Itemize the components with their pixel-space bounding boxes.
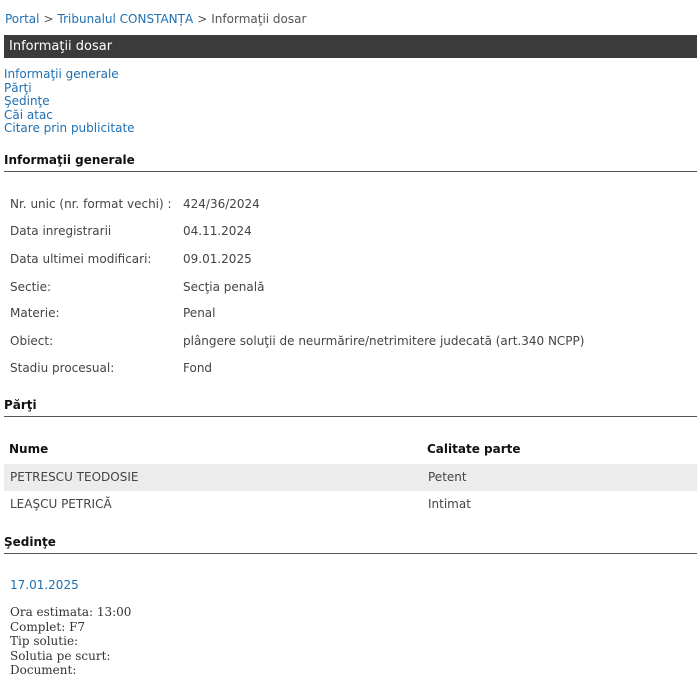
breadcrumb: Portal > Tribunalul CONSTANȚA > Informaţii d… [5,12,306,26]
field-label: Data inregistrarii [10,224,112,238]
field-value: 424/36/2024 [183,197,260,211]
field-value: 09.01.2025 [183,252,252,266]
breadcrumb-current: Informaţii dosar [211,12,307,26]
hearing-solution-type: Tip solutie: [10,634,79,648]
field-value: Secţia penală [183,280,265,294]
hearing-solution-summary: Solutia pe scurt: [10,648,111,663]
toc-link-sedinte[interactable]: Şedinţe [4,94,135,109]
breadcrumb-tribunal-link[interactable]: Tribunalul CONSTANȚA [58,12,194,26]
field-label: Obiect: [10,334,54,348]
breadcrumb-portal-link[interactable]: Portal [5,12,39,26]
field-label: Nr. unic (nr. format vechi) : [10,197,172,211]
toc-link-parti[interactable]: Părţi [4,81,135,96]
party-role: Petent [428,470,467,484]
table-row: LEAŞCU PETRICĂ Intimat [4,491,697,518]
toc-link-cai-atac[interactable]: Căi atac [4,108,135,123]
hearing-document: Document: [10,663,77,677]
field-value: Fond [183,361,213,375]
toc-link-citare-publicitate[interactable]: Citare prin publicitate [4,121,135,136]
column-header-calitate-parte: Calitate parte [427,442,521,456]
hearing-date: 17.01.2025 [10,578,79,592]
field-value: Penal [183,306,216,320]
page-title: Informaţii dosar [4,35,697,58]
field-value: 04.11.2024 [183,224,252,238]
column-header-nume: Nume [9,442,49,456]
field-label: Materie: [10,306,60,320]
field-label: Data ultimei modificari: [10,252,152,266]
field-label: Sectie: [10,280,52,294]
field-label: Stadiu procesual: [10,361,115,375]
section-heading-parti: Părţi [4,398,697,417]
toc-link-informatii-generale[interactable]: Informaţii generale [4,67,135,82]
breadcrumb-separator: > [43,12,54,26]
section-heading-informatii-generale: Informaţii generale [4,153,697,172]
party-role: Intimat [428,497,471,511]
table-of-contents: Informaţii generale Părţi Şedinţe Căi at… [4,67,135,136]
breadcrumb-separator: > [197,12,208,26]
hearing-details: Ora estimata: 13:00 Complet: F7 Tip solu… [10,605,131,678]
section-heading-sedinte: Şedinţe [4,535,697,554]
hearing-estimated-time: Ora estimata: 13:00 [10,605,132,619]
hearing-panel: Complet: F7 [10,619,86,634]
table-row: PETRESCU TEODOSIE Petent [4,464,697,491]
field-value: plângere soluţii de neurmărire/netrimite… [183,334,585,348]
party-name: LEAŞCU PETRICĂ [10,497,112,511]
party-name: PETRESCU TEODOSIE [10,470,139,484]
